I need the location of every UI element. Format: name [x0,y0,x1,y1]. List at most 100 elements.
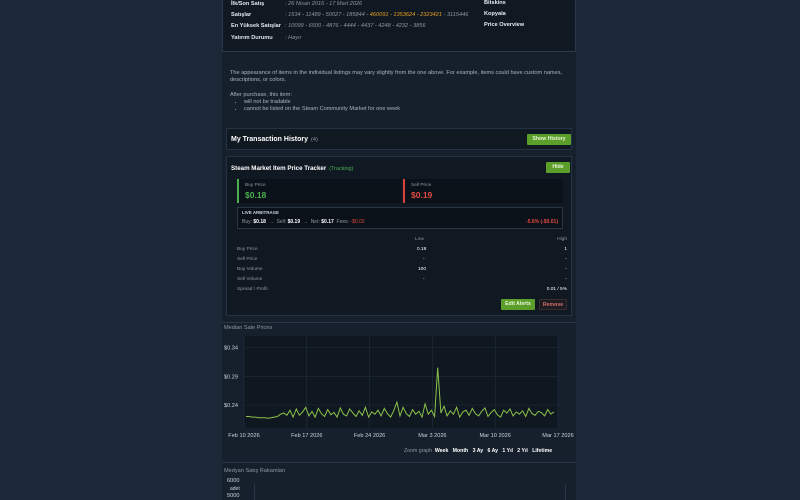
investment-label: Yatırım Durumu [231,35,273,41]
arb-buy-label: Buy: [242,219,253,225]
arb-fees-value: -$0.02 [350,219,365,225]
row-high: 1 [564,247,567,252]
arrow-icon: → [302,219,308,225]
y-tick-label: $0.24 [224,403,238,409]
sell-price-value: $0.19 [411,190,433,200]
median-price-chart[interactable]: Feb 10 2026 Feb 17 2026 Feb 24 2026 Mar 3 2… [222,332,576,442]
remove-tracker-button[interactable]: Remove [539,299,567,310]
transaction-history-title-text: My Transaction History [231,136,309,143]
row-high: 0.01 / 5% [546,287,567,292]
row-label: Buy Price [237,247,258,252]
price-tracker-panel: Steam Market Item Price Tracker (Tracking… [226,156,572,316]
first-last-sale-label: İlk/Son Satış [231,1,265,7]
section-divider [222,322,576,323]
table-row: Sell Volume - - [237,277,567,287]
col-low-header: Low [415,237,424,242]
x-tick-label: Feb 17 2026 [291,433,322,439]
hide-tracker-button[interactable]: Hide [546,162,570,173]
zoom-6-ay[interactable]: 6 Ay [487,448,498,454]
row-high: - [565,267,567,272]
show-history-button[interactable]: Show History [527,134,571,145]
restriction-item: will not be tradable [244,99,570,106]
x-tick-label: Mar 10 2026 [479,433,510,439]
bitskins-link[interactable]: Bitskins [484,0,506,6]
arbitrage-title: LIVE ARBITRAGE [242,210,279,215]
zoom-label: Zoom graph [404,448,432,454]
restriction-list: will not be tradable cannot be listed on… [230,99,570,114]
transaction-count: (4) [311,137,318,143]
tracker-title-text: Steam Market Item Price Tracker [231,165,327,172]
zoom-1-yil[interactable]: 1 Yıl [502,448,513,454]
x-tick-label: Mar 3 2026 [418,433,446,439]
arbitrage-percent: -5.6% (-$0.01) [526,219,558,225]
median-quantity-title: Medyan Satış Rakamları [224,468,286,474]
x-tick-label: Feb 10 2026 [228,433,259,439]
row-label: Sell Price [237,257,258,262]
median-prices-title: Median Sale Prices [224,325,273,331]
buy-price-label: Buy Price [245,183,266,188]
arb-sell-value: $0.19 [287,219,301,225]
row-label: Buy Volume [237,267,263,272]
qty-y-tick: 5000 [227,493,240,499]
zoom-week[interactable]: Week [435,448,448,454]
section-divider [222,462,576,463]
arbitrage-breakdown: Buy: $0.18 → Sell: $0.19 → Net: $0.17 Fe… [242,219,365,225]
zoom-2-yil[interactable]: 2 Yıl [517,448,528,454]
main-column: İlk/Son Satış : 26 Nisan 2016 - 17 Mart … [222,0,576,500]
y-tick-label: $0.29 [224,374,238,380]
sell-price-label: Sell Price [411,183,432,188]
tracker-table-header: Low High [237,237,567,247]
col-high-header: High [557,237,567,242]
tracker-title: Steam Market Item Price Tracker (Tracking… [231,165,353,172]
row-low: 100 [418,267,427,272]
sales-suffix: - 3115446 [441,12,469,18]
table-row: Spread / Profit 0.01 / 5% [237,287,567,297]
after-purchase-label: After purchase, this item: [230,91,292,98]
highest-sales-label: En Yüksek Satışlar [231,23,281,29]
row-low: - [423,277,425,282]
investment-value: : Hayır [285,35,302,41]
arb-net-label: Net: [310,219,320,225]
copy-link[interactable]: Kopyala [484,11,506,17]
restriction-item: cannot be listed on the Steam Community … [244,106,570,113]
table-row: Buy Price 0.18 1 [237,247,567,257]
qty-y-tick: 6000 [227,478,240,484]
arb-sell-label: Sell: [276,219,287,225]
row-high: - [565,277,567,282]
purchase-notice: The appearance of items in the individua… [230,70,570,113]
row-label: Sell Volume [237,277,263,282]
price-overview-link[interactable]: Price Overview [484,22,524,28]
arb-fees-label: Fees: [336,219,350,225]
qty-y-unit: adet [230,486,240,492]
first-last-sale-value: : 26 Nisan 2016 - 17 Mart 2026 [285,1,363,7]
sales-highlight: 460091 - 1353624 - 2323421 [369,12,442,18]
live-arbitrage-box: LIVE ARBITRAGE Buy: $0.18 → Sell: $0.19 … [237,207,563,229]
transaction-history-bar: My Transaction History (4) Show History [226,128,572,150]
table-row: Buy Volume 100 - [237,267,567,277]
x-tick-label: Mar 17 2026 [542,433,573,439]
sales-label: Satışlar [231,12,252,18]
arrow-icon: → [268,219,274,225]
row-low: 0.18 [417,247,427,252]
quantity-chart-area[interactable] [254,484,566,500]
sell-price-box: Sell Price $0.19 [403,179,563,203]
zoom-3-ay[interactable]: 3 Ay [473,448,484,454]
transaction-history-title: My Transaction History (4) [231,136,318,143]
y-tick-label: $0.34 [224,346,238,352]
zoom-controls: Zoom graph Week Month 3 Ay 6 Ay 1 Yıl 2 … [404,448,552,454]
sales-value: : 1534 - 11489 - 50027 - 185844 - 460091… [285,11,468,19]
sales-prefix: : 1534 - 11489 - 50027 - 185844 - [285,12,370,18]
edit-alerts-button[interactable]: Edit Alerts [501,299,535,310]
row-high: - [565,257,567,262]
buy-price-box: Buy Price $0.18 [237,179,401,203]
buy-price-value: $0.18 [245,190,267,200]
x-tick-label: Feb 24 2026 [354,433,385,439]
zoom-lifetime[interactable]: Lifetime [532,448,552,454]
tracking-status: (Tracking) [329,166,354,172]
table-row: Sell Price - - [237,257,567,267]
row-low: - [423,257,425,262]
item-stats-panel: İlk/Son Satış : 26 Nisan 2016 - 17 Mart … [222,0,576,52]
zoom-month[interactable]: Month [453,448,469,454]
highest-sales-value: : 10099 - 6500 - 4876 - 4444 - 4437 - 42… [285,23,426,29]
arb-buy-value: $0.18 [253,219,266,225]
